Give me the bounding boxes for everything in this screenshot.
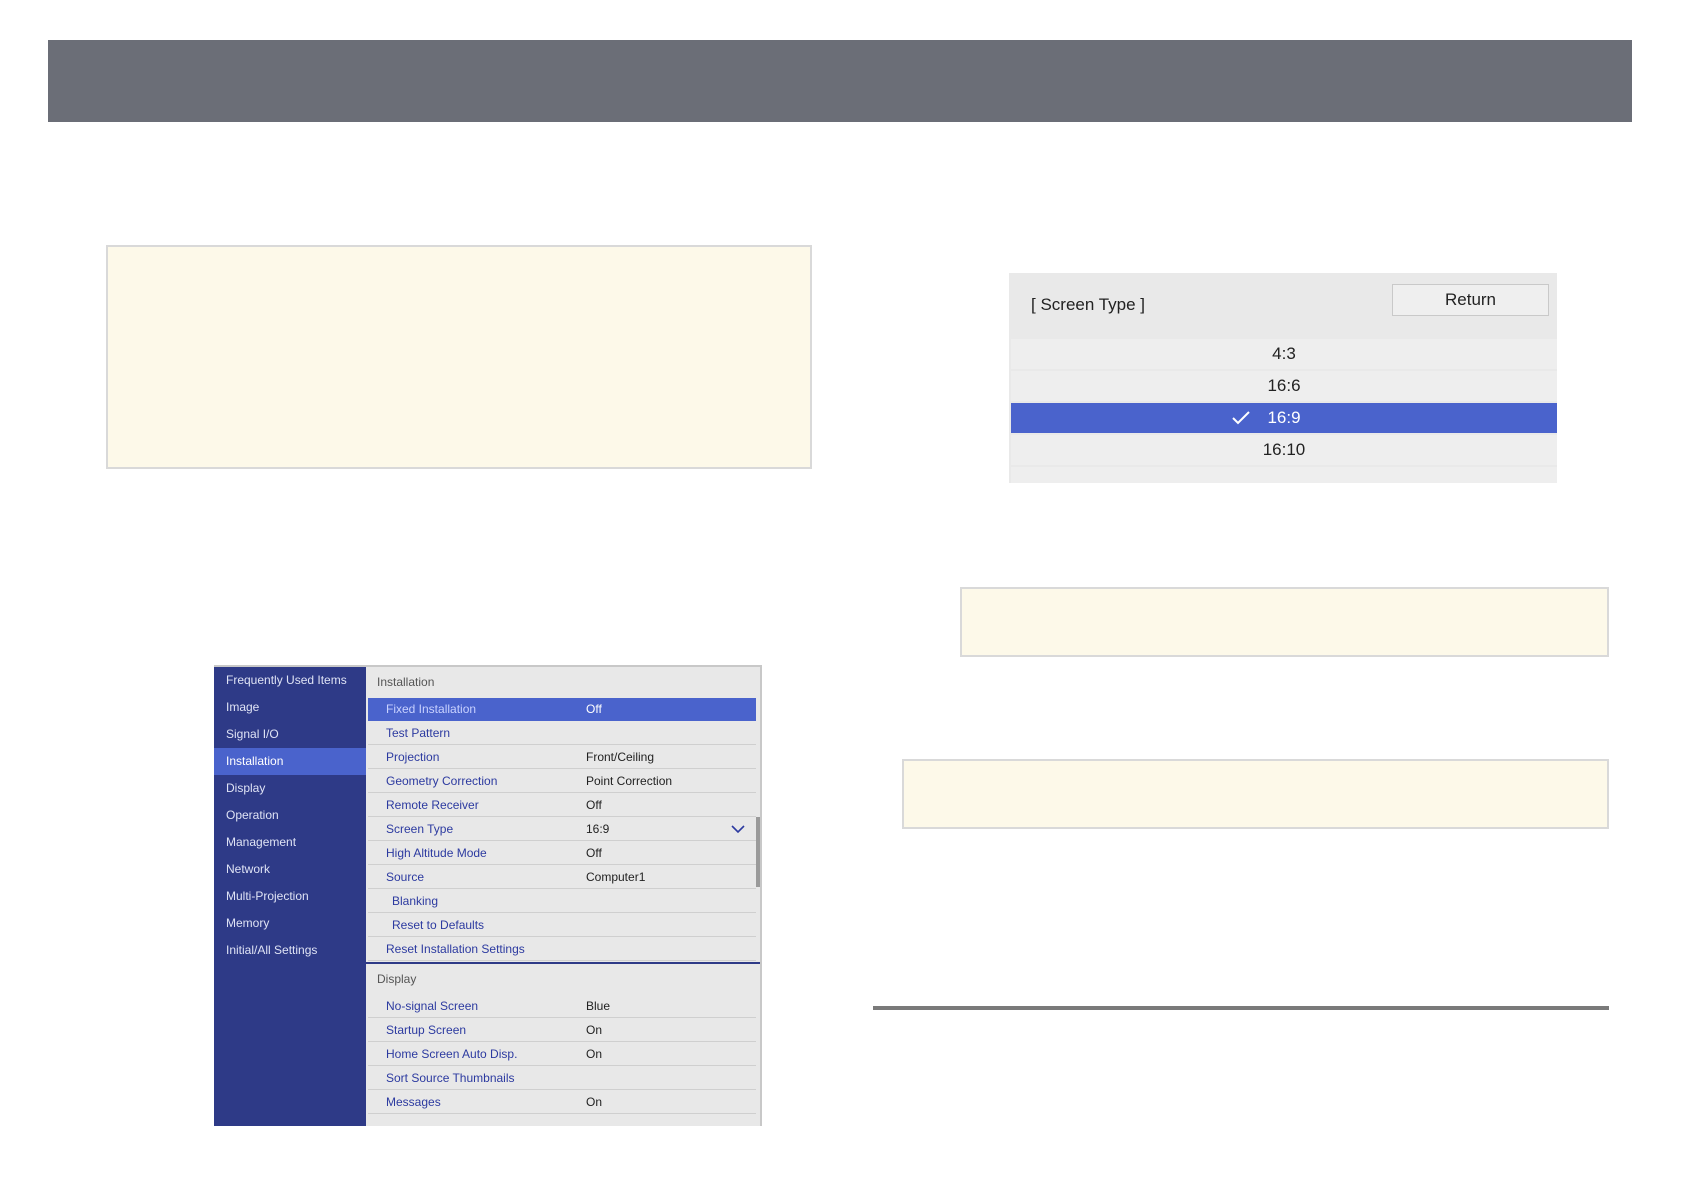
menu-panel: Installation Fixed Installation Off Test… <box>366 667 760 1126</box>
section-header-display: Display <box>377 972 417 986</box>
dialog-title: [ Screen Type ] <box>1031 295 1146 314</box>
menu-row[interactable]: Source Computer1 <box>368 866 756 889</box>
menu-row-value: 16:9 <box>586 822 610 836</box>
menu-scrollbar[interactable] <box>756 817 760 887</box>
menu-row-value: On <box>586 1047 603 1061</box>
sidebar-item-network[interactable]: Network <box>214 856 366 883</box>
menu-row-value: Front/Ceiling <box>586 750 655 764</box>
menu-row[interactable]: Messages On <box>368 1091 756 1114</box>
sidebar-item-image[interactable]: Image <box>214 694 366 721</box>
menu-row-value: Computer1 <box>586 870 646 884</box>
menu-row-label: Geometry Correction <box>386 774 498 788</box>
menu-row[interactable]: Reset Installation Settings <box>368 938 756 961</box>
menu-row[interactable]: No-signal Screen Blue <box>368 995 756 1018</box>
screen-type-option-selected[interactable]: 16:9 <box>1011 403 1557 433</box>
menu-row[interactable]: Blanking <box>368 890 756 913</box>
option-label: 16:9 <box>1267 408 1301 427</box>
option-label: 16:6 <box>1267 376 1301 395</box>
note-box <box>960 587 1609 657</box>
sidebar-item-multi-projection[interactable]: Multi-Projection <box>214 883 366 910</box>
menu-row-label: Startup Screen <box>386 1023 467 1037</box>
menu-row[interactable]: Sort Source Thumbnails <box>368 1067 756 1090</box>
sidebar-item-signal-io[interactable]: Signal I/O <box>214 721 366 748</box>
menu-row-label: Projection <box>386 750 440 764</box>
return-button[interactable]: Return <box>1392 284 1549 316</box>
menu-row[interactable]: Test Pattern <box>368 722 756 745</box>
menu-row-value: On <box>586 1095 603 1109</box>
menu-row-label: No-signal Screen <box>386 999 479 1013</box>
sidebar-item-memory[interactable]: Memory <box>214 910 366 937</box>
sidebar-item-display[interactable]: Display <box>214 775 366 802</box>
menu-row-label: Blanking <box>392 894 439 908</box>
menu-row[interactable]: Remote Receiver Off <box>368 794 756 817</box>
projector-menu-screenshot: Frequently Used Items Image Signal I/O I… <box>214 665 762 1126</box>
chevron-down-icon[interactable] <box>731 823 745 835</box>
option-label: 16:10 <box>1262 440 1306 459</box>
menu-row-value: Off <box>586 798 602 812</box>
page-header-bar <box>48 40 1632 122</box>
menu-row[interactable]: High Altitude Mode Off <box>368 842 756 865</box>
checkmark-icon <box>1232 411 1250 425</box>
menu-row-value: Off <box>586 702 602 716</box>
menu-row-label: Remote Receiver <box>386 798 479 812</box>
section-divider <box>873 1006 1609 1010</box>
menu-row-value: Point Correction <box>586 774 673 788</box>
sidebar-item-initial-all-settings[interactable]: Initial/All Settings <box>214 937 366 964</box>
menu-row-value: Off <box>586 846 602 860</box>
menu-row[interactable]: Reset to Defaults <box>368 914 756 937</box>
section-header-installation: Installation <box>377 675 435 689</box>
menu-row-label: Screen Type <box>386 822 454 836</box>
menu-row-value: Blue <box>586 999 611 1013</box>
screen-type-option[interactable]: 16:6 <box>1011 371 1557 401</box>
menu-row-label: Home Screen Auto Disp. <box>386 1047 518 1061</box>
sidebar-item-installation[interactable]: Installation <box>214 748 366 775</box>
menu-row-label: Source <box>386 870 425 884</box>
note-box <box>902 759 1609 829</box>
sidebar-item-management[interactable]: Management <box>214 829 366 856</box>
menu-row-label: High Altitude Mode <box>386 846 487 860</box>
note-box <box>106 245 812 469</box>
screen-type-option-partial <box>1011 467 1557 483</box>
menu-row-label: Reset Installation Settings <box>386 942 525 956</box>
menu-row[interactable]: Home Screen Auto Disp. On <box>368 1043 756 1066</box>
sidebar-item-operation[interactable]: Operation <box>214 802 366 829</box>
option-label: 4:3 <box>1272 344 1296 363</box>
menu-row[interactable]: Startup Screen On <box>368 1019 756 1042</box>
menu-row[interactable]: Projection Front/Ceiling <box>368 746 756 769</box>
menu-sidebar: Frequently Used Items Image Signal I/O I… <box>214 667 366 1126</box>
menu-row[interactable]: Fixed Installation Off <box>368 698 756 721</box>
screen-type-option[interactable]: 4:3 <box>1011 339 1557 369</box>
menu-row-label: Test Pattern <box>386 726 451 740</box>
menu-row-value: On <box>586 1023 603 1037</box>
menu-row-label: Sort Source Thumbnails <box>386 1071 515 1085</box>
screen-type-dialog: [ Screen Type ] Return 4:3 16:6 16:9 16:… <box>1009 273 1557 483</box>
menu-row-label: Fixed Installation <box>386 702 477 716</box>
screen-type-option[interactable]: 16:10 <box>1011 435 1557 465</box>
menu-row[interactable]: Screen Type 16:9 <box>368 818 756 841</box>
menu-row-partial <box>368 1115 756 1126</box>
menu-row-label: Messages <box>386 1095 441 1109</box>
sidebar-item-frequently-used-items[interactable]: Frequently Used Items <box>214 667 366 694</box>
menu-row[interactable]: Geometry Correction Point Correction <box>368 770 756 793</box>
menu-row-label: Reset to Defaults <box>392 918 485 932</box>
